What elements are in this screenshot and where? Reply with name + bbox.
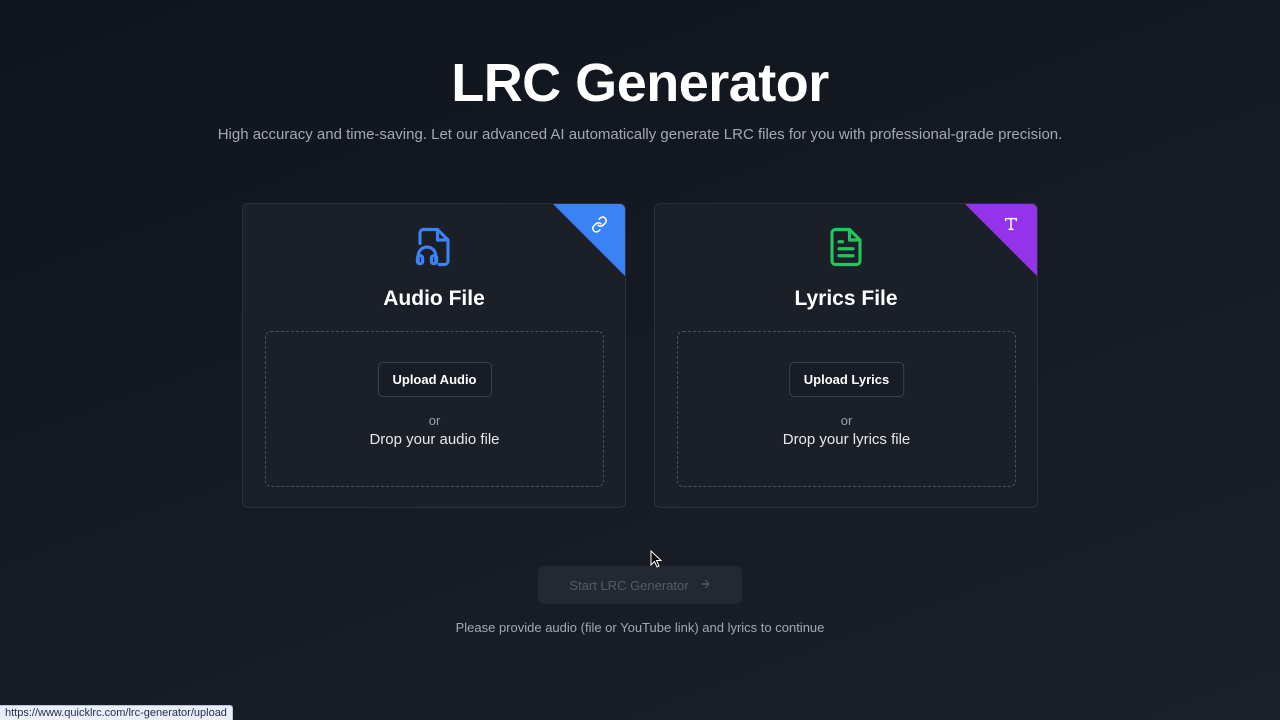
start-lrc-generator-button[interactable]: Start LRC Generator	[538, 566, 742, 604]
audio-file-icon	[413, 226, 455, 268]
upload-audio-button[interactable]: Upload Audio	[377, 362, 492, 397]
audio-dropzone[interactable]: Upload Audio or Drop your audio file	[265, 331, 604, 487]
upload-lyrics-button[interactable]: Upload Lyrics	[788, 362, 905, 397]
page-title: LRC Generator	[451, 53, 829, 113]
lyrics-corner-badge[interactable]	[965, 204, 1037, 276]
mouse-cursor-icon	[650, 549, 663, 568]
audio-corner-badge[interactable]	[553, 204, 625, 276]
page-subtitle: High accuracy and time-saving. Let our a…	[217, 126, 1063, 143]
lyrics-file-card: Lyrics File Upload Lyrics or Drop your l…	[654, 203, 1038, 508]
audio-drop-text: Drop your audio file	[369, 431, 500, 448]
text-icon[interactable]	[1001, 214, 1021, 234]
arrow-right-icon	[699, 578, 711, 593]
audio-card-title: Audio File	[383, 287, 485, 310]
lyrics-card-title: Lyrics File	[794, 287, 898, 310]
lyrics-or-text: or	[840, 413, 853, 428]
continue-hint: Please provide audio (file or YouTube li…	[455, 620, 825, 635]
status-bar-url: https://www.quicklrc.com/lrc-generator/u…	[0, 705, 233, 720]
audio-or-text: or	[428, 413, 441, 428]
start-button-label: Start LRC Generator	[569, 577, 689, 593]
audio-file-card: Audio File Upload Audio or Drop your aud…	[242, 203, 626, 508]
link-icon[interactable]	[589, 214, 609, 234]
lyrics-drop-text: Drop your lyrics file	[782, 431, 911, 448]
lyrics-dropzone[interactable]: Upload Lyrics or Drop your lyrics file	[677, 331, 1016, 487]
lyrics-file-icon	[825, 226, 867, 268]
